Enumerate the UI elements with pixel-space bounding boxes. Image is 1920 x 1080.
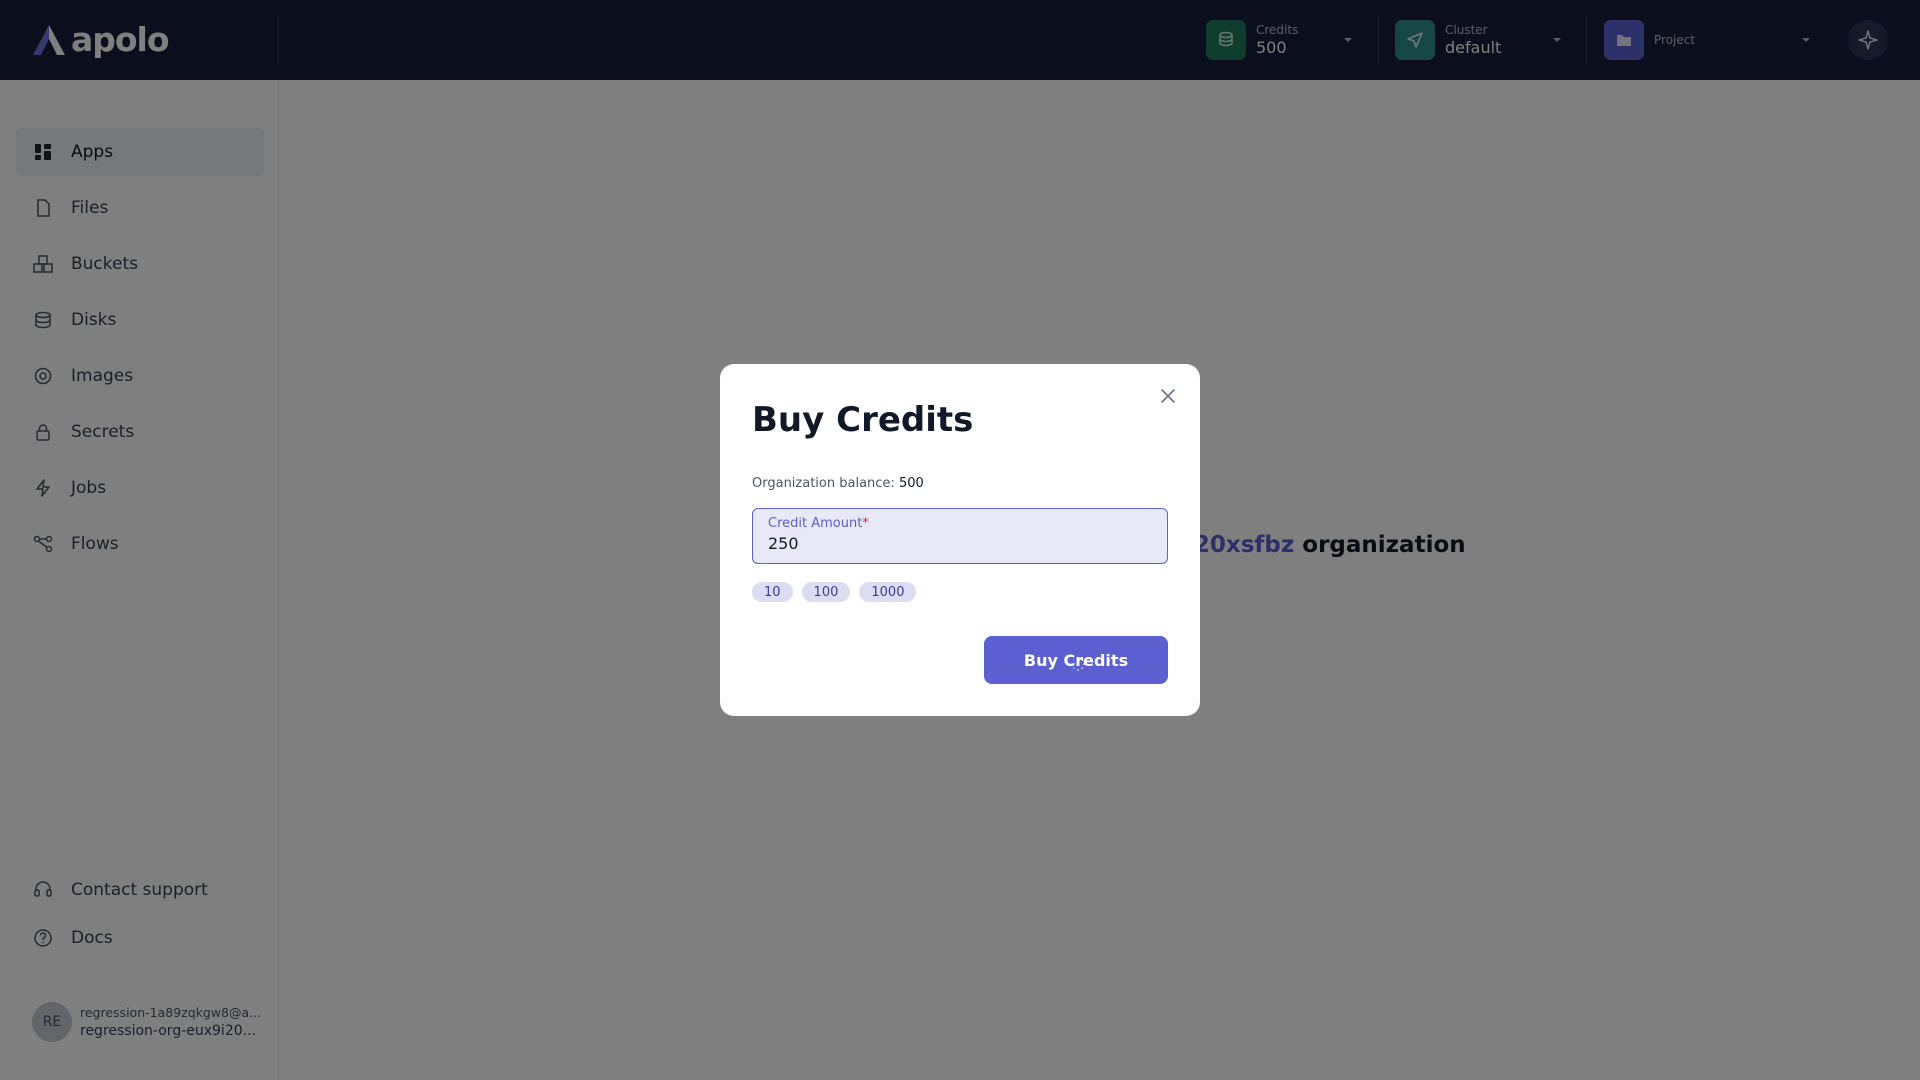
required-mark: * (862, 516, 869, 531)
buy-credits-button[interactable]: Buy Credits (984, 636, 1168, 684)
organization-balance: Organization balance: 500 (752, 476, 924, 491)
loading-spinner-icon (1070, 656, 1086, 672)
dialog-title: Buy Credits (752, 400, 974, 440)
credit-amount-label: Credit Amount* (768, 517, 1152, 531)
balance-label: Organization balance: (752, 476, 895, 491)
credit-amount-input[interactable] (768, 534, 1152, 553)
credit-amount-label-text: Credit Amount (768, 516, 863, 531)
close-icon (1161, 389, 1175, 403)
preset-chip-10[interactable]: 10 (752, 582, 793, 602)
balance-value: 500 (898, 476, 924, 491)
preset-chip-100[interactable]: 100 (801, 582, 851, 602)
credit-amount-field[interactable]: Credit Amount* (752, 508, 1168, 564)
buy-credits-dialog: Buy Credits Organization balance: 500 Cr… (720, 364, 1200, 716)
close-button[interactable] (1158, 386, 1178, 406)
preset-chip-1000[interactable]: 1000 (859, 582, 917, 602)
preset-amounts: 10 100 1000 (752, 582, 917, 602)
